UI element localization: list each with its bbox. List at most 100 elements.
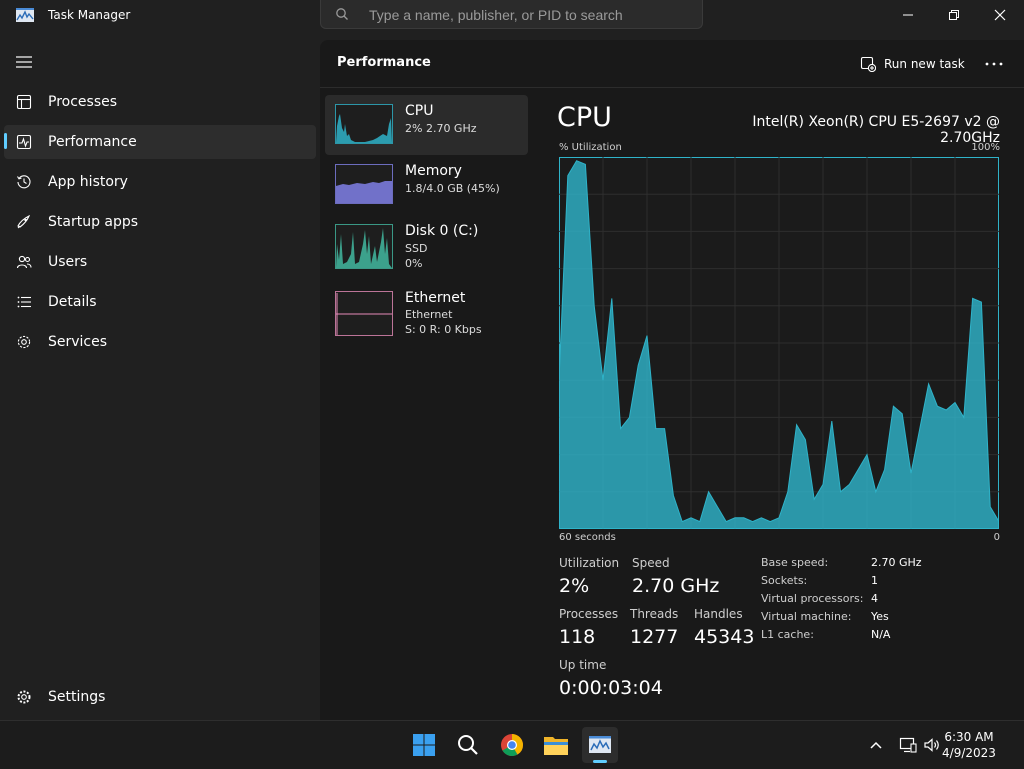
processes-icon bbox=[16, 94, 32, 110]
resource-disk[interactable]: Disk 0 (C:) SSD 0% bbox=[325, 215, 528, 275]
sidebar-item-processes[interactable]: Processes bbox=[4, 85, 316, 119]
threads-label: Threads bbox=[630, 607, 679, 621]
resource-value: 1.8/4.0 GB (45%) bbox=[405, 182, 500, 195]
memory-thumbnail-graph bbox=[335, 164, 393, 204]
ethernet-thumbnail-graph bbox=[335, 291, 393, 336]
minimize-icon bbox=[903, 14, 913, 16]
search-input[interactable] bbox=[367, 4, 691, 26]
cpu-utilization-graph bbox=[559, 157, 999, 529]
processes-label: Processes bbox=[559, 607, 619, 621]
startup-icon bbox=[17, 214, 31, 229]
taskbar-file-explorer-button[interactable] bbox=[538, 727, 574, 763]
spec-value: 4 bbox=[871, 592, 878, 605]
taskbar-chrome-button[interactable] bbox=[494, 727, 530, 763]
handles-label: Handles bbox=[694, 607, 743, 621]
network-icon bbox=[899, 737, 917, 753]
main-header: Performance Run new task bbox=[320, 40, 1024, 88]
spec-value: Yes bbox=[871, 610, 889, 623]
sidebar-item-users[interactable]: Users bbox=[4, 245, 316, 279]
taskbar-task-manager-button[interactable] bbox=[582, 727, 618, 763]
uptime-value: 0:00:03:04 bbox=[559, 677, 663, 699]
sidebar-item-app-history[interactable]: App history bbox=[4, 165, 316, 199]
sidebar-item-services[interactable]: Services bbox=[4, 325, 316, 359]
page-title: Performance bbox=[337, 55, 431, 70]
spec-key: Base speed: bbox=[761, 556, 829, 569]
close-icon bbox=[994, 9, 1006, 21]
sidebar: Processes Performance App history Startu… bbox=[0, 40, 318, 720]
users-icon bbox=[16, 255, 32, 269]
hamburger-menu-button[interactable] bbox=[10, 50, 40, 72]
resource-value: S: 0 R: 0 Kbps bbox=[405, 323, 482, 336]
resource-ethernet[interactable]: Ethernet Ethernet S: 0 R: 0 Kbps bbox=[325, 282, 528, 342]
spec-key: Virtual machine: bbox=[761, 610, 852, 623]
restore-button[interactable] bbox=[931, 0, 977, 30]
services-icon bbox=[17, 335, 31, 349]
sidebar-item-label: Performance bbox=[48, 134, 137, 150]
active-app-indicator bbox=[593, 760, 607, 763]
resource-cpu[interactable]: CPU 2% 2.70 GHz bbox=[325, 95, 528, 155]
resource-name: Memory bbox=[405, 163, 462, 179]
resource-type: SSD bbox=[405, 242, 428, 255]
run-task-icon bbox=[860, 56, 876, 72]
file-explorer-icon bbox=[544, 737, 568, 755]
close-button[interactable] bbox=[977, 0, 1023, 30]
details-icon bbox=[17, 296, 31, 308]
sidebar-item-details[interactable]: Details bbox=[4, 285, 316, 319]
resource-value: 2% 2.70 GHz bbox=[405, 122, 477, 135]
sidebar-item-label: Users bbox=[48, 254, 88, 270]
sidebar-item-label: App history bbox=[48, 174, 128, 190]
taskbar-start-button[interactable] bbox=[406, 727, 442, 763]
sidebar-item-label: Processes bbox=[48, 94, 118, 110]
disk-thumbnail-graph bbox=[335, 224, 393, 269]
sidebar-item-performance[interactable]: Performance bbox=[4, 125, 316, 159]
chrome-icon bbox=[501, 734, 523, 756]
spec-key: Virtual processors: bbox=[761, 592, 864, 605]
network-button[interactable] bbox=[898, 735, 918, 755]
resource-name: CPU bbox=[405, 103, 434, 119]
gear-icon bbox=[17, 690, 31, 704]
spec-key: L1 cache: bbox=[761, 628, 814, 641]
x-axis-left-label: 60 seconds bbox=[559, 532, 616, 543]
taskbar-search-button[interactable] bbox=[450, 727, 486, 763]
sidebar-item-label: Startup apps bbox=[48, 214, 139, 230]
y-axis-label: % Utilization bbox=[559, 142, 622, 153]
more-icon bbox=[985, 62, 1003, 66]
sidebar-item-settings[interactable]: Settings bbox=[4, 680, 316, 714]
run-new-task-button[interactable]: Run new task bbox=[860, 52, 965, 76]
utilization-label: Utilization bbox=[559, 556, 620, 570]
active-nav-indicator bbox=[4, 133, 7, 149]
cpu-thumbnail-graph bbox=[335, 104, 393, 144]
detail-title: CPU bbox=[557, 102, 612, 133]
task-manager-icon bbox=[589, 736, 611, 753]
run-task-label: Run new task bbox=[884, 57, 965, 71]
search-box[interactable] bbox=[320, 0, 703, 29]
sidebar-item-label: Services bbox=[48, 334, 108, 350]
task-manager-app-icon bbox=[16, 8, 34, 22]
more-options-button[interactable] bbox=[982, 53, 1006, 75]
resource-memory[interactable]: Memory 1.8/4.0 GB (45%) bbox=[325, 155, 528, 215]
minimize-button[interactable] bbox=[885, 0, 931, 30]
spec-value: 1 bbox=[871, 574, 878, 587]
search-icon bbox=[458, 735, 478, 755]
history-icon bbox=[17, 175, 31, 189]
resource-adapter: Ethernet bbox=[405, 308, 453, 321]
processes-value: 118 bbox=[559, 626, 596, 648]
start-icon bbox=[413, 734, 435, 756]
taskbar: 6:30 AM 4/9/2023 bbox=[0, 720, 1024, 769]
sidebar-item-startup-apps[interactable]: Startup apps bbox=[4, 205, 316, 239]
restore-icon bbox=[949, 10, 959, 20]
spec-value: N/A bbox=[871, 628, 891, 641]
speed-label: Speed bbox=[632, 556, 670, 570]
title-bar: Task Manager bbox=[0, 0, 1024, 40]
chevron-up-icon bbox=[870, 741, 882, 749]
main-panel: Performance Run new task CPU 2% 2.70 GHz bbox=[320, 40, 1024, 720]
clock-time[interactable]: 6:30 AM bbox=[936, 730, 1002, 744]
resource-value: 0% bbox=[405, 257, 423, 270]
show-hidden-icons-button[interactable] bbox=[866, 735, 886, 755]
clock-date[interactable]: 4/9/2023 bbox=[936, 746, 1002, 760]
spec-value: 2.70 GHz bbox=[871, 556, 922, 569]
y-axis-max-label: 100% bbox=[971, 142, 1000, 153]
resource-name: Ethernet bbox=[405, 290, 466, 306]
window-title: Task Manager bbox=[48, 8, 131, 22]
uptime-label: Up time bbox=[559, 658, 607, 672]
